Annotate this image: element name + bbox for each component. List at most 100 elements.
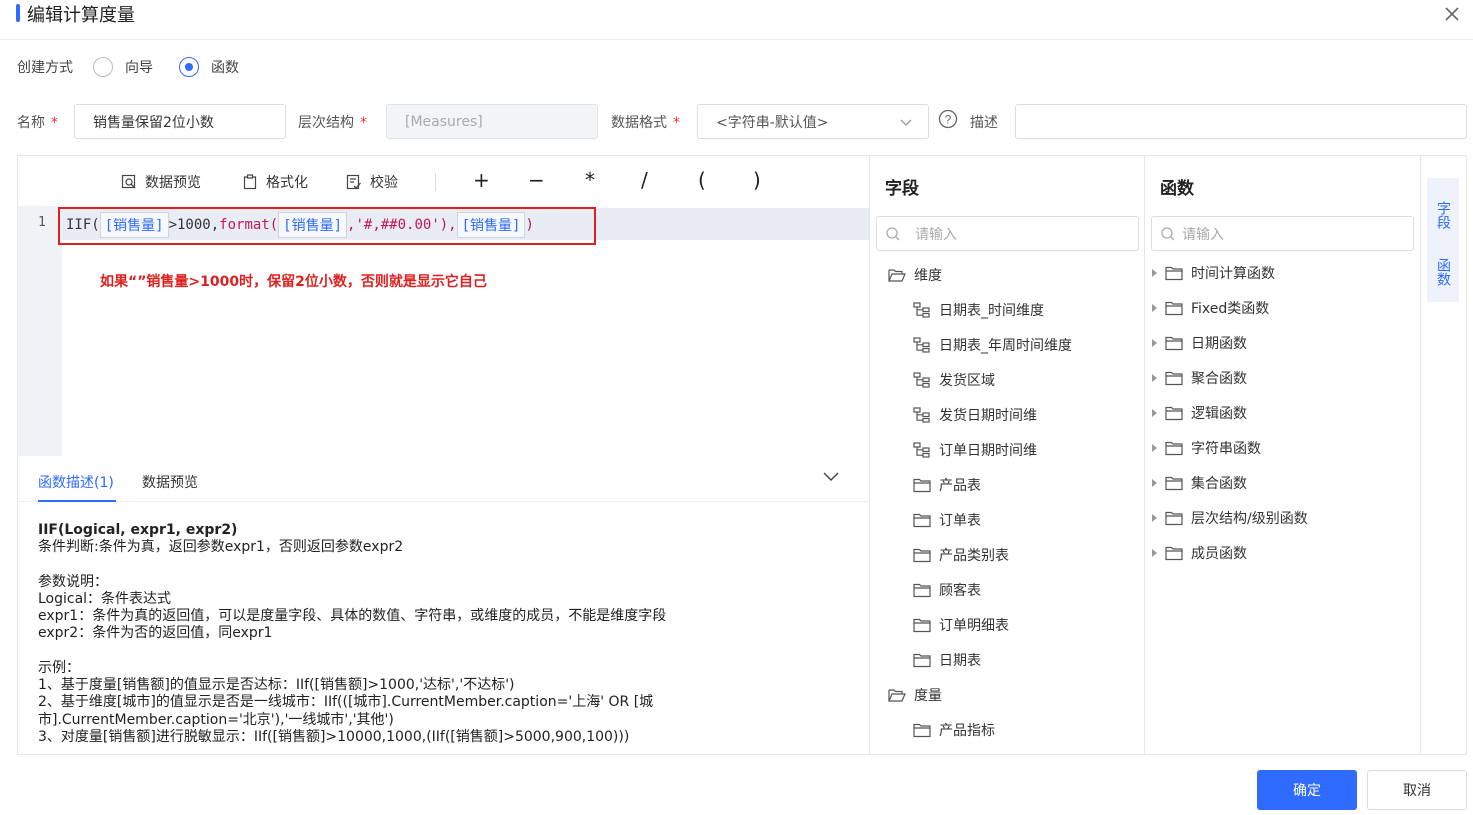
hierarchy-label: 层次结构 *	[298, 115, 367, 131]
folder-icon	[1165, 476, 1183, 491]
tab-data-preview[interactable]: 数据预览	[142, 472, 198, 492]
validate-icon	[346, 174, 361, 190]
side-tab-functions[interactable]: 函数	[1427, 242, 1459, 302]
operator-plus-button[interactable]: +	[473, 168, 490, 192]
dialog-title: 编辑计算度量	[27, 5, 135, 26]
radio-wizard-label[interactable]: 向导	[125, 57, 153, 77]
data-format-select[interactable]: <字符串-默认值>	[697, 104, 929, 139]
function-signature: IIF(Logical, expr1, expr2)	[38, 522, 238, 538]
help-icon[interactable]: ?	[938, 109, 958, 129]
operator-open-paren-button[interactable]: (	[698, 168, 706, 192]
hierarchy-icon	[913, 337, 930, 353]
preview-button[interactable]: 数据预览	[121, 172, 201, 192]
caret-right-icon	[1152, 269, 1157, 277]
function-category[interactable]: 层次结构/级别函数	[1151, 508, 1308, 528]
description-tabs: 函数描述(1) 数据预览	[18, 456, 869, 502]
tree-item-table[interactable]: 日期表	[913, 650, 981, 670]
function-category[interactable]: 时间计算函数	[1151, 263, 1275, 283]
data-format-value: <字符串-默认值>	[716, 114, 829, 131]
name-input[interactable]: 销售量保留2位小数	[74, 104, 286, 139]
caret-right-icon	[1152, 304, 1157, 312]
function-category[interactable]: 字符串函数	[1151, 438, 1261, 458]
tree-item-table[interactable]: 订单表	[913, 510, 981, 530]
folder-icon	[913, 548, 931, 563]
example-line: 3、对度量[销售额]进行脱敏显示：IIf([销售额]>10000,1000,(I…	[38, 728, 630, 745]
functions-search-input[interactable]: 请输入	[1151, 216, 1414, 251]
folder-icon	[1165, 546, 1183, 561]
chevron-down-icon[interactable]	[821, 466, 841, 486]
tree-item-table[interactable]: 产品指标	[913, 720, 995, 740]
example-line: 1、基于度量[销售额]的值显示是否达标：IIf([销售额]>1000,'达标',…	[38, 677, 515, 694]
params-title: 参数说明：	[38, 573, 108, 590]
examples-title: 示例：	[38, 659, 80, 676]
tree-item-table[interactable]: 订单明细表	[913, 615, 1009, 635]
folder-icon	[1165, 511, 1183, 526]
tree-item-table[interactable]: 产品类别表	[913, 545, 1009, 565]
tree-group-dimension[interactable]: 维度	[888, 265, 942, 285]
param-line: Logical：条件表达式	[38, 590, 172, 607]
operator-multiply-button[interactable]: *	[585, 168, 595, 192]
tree-item-table[interactable]: 顾客表	[913, 580, 981, 600]
caret-right-icon	[1152, 339, 1157, 347]
tree-item-hierarchy[interactable]: 发货区域	[913, 370, 995, 390]
tree-item-hierarchy[interactable]: 日期表_年周时间维度	[913, 335, 1072, 355]
line-number: 1	[38, 215, 46, 230]
close-icon[interactable]	[1441, 3, 1463, 25]
dialog-header: 编辑计算度量	[0, 0, 1473, 40]
operator-divide-button[interactable]: /	[641, 168, 648, 192]
preview-icon	[121, 174, 136, 189]
toolbar-divider	[435, 173, 436, 191]
folder-open-icon	[888, 269, 906, 282]
annotation-note: 如果“”销售量>1000时，保留2位小数，否则就是显示它自己	[100, 274, 487, 290]
line-gutter	[18, 206, 62, 456]
hierarchy-icon	[913, 372, 930, 388]
tree-item-hierarchy[interactable]: 发货日期时间维	[913, 405, 1037, 425]
highlight-annotation-box	[58, 207, 596, 245]
tab-function-description[interactable]: 函数描述(1)	[38, 472, 114, 492]
confirm-button[interactable]: 确定	[1257, 770, 1357, 810]
cancel-button[interactable]: 取消	[1367, 770, 1467, 810]
operator-minus-button[interactable]: −	[528, 168, 545, 192]
name-label: 名称 *	[17, 115, 58, 131]
folder-icon	[913, 583, 931, 598]
function-category[interactable]: 集合函数	[1151, 473, 1247, 493]
function-category[interactable]: Fixed类函数	[1151, 298, 1269, 318]
chevron-down-icon	[900, 119, 912, 126]
example-line: 市].CurrentMember.caption='北京'),'一线城市','其…	[38, 711, 394, 728]
expression-editor-panel: 数据预览 格式化 校验 + − * / ( ) 1 IIF( [销售量] >10…	[17, 155, 869, 755]
function-category[interactable]: 日期函数	[1151, 333, 1247, 353]
radio-function[interactable]	[179, 57, 199, 77]
data-format-label: 数据格式 *	[611, 115, 680, 131]
folder-icon	[1165, 406, 1183, 421]
folder-icon	[913, 478, 931, 493]
function-category[interactable]: 逻辑函数	[1151, 403, 1247, 423]
clipboard-icon	[243, 174, 257, 190]
folder-icon	[913, 618, 931, 633]
folder-icon	[1165, 301, 1183, 316]
caret-right-icon	[1152, 479, 1157, 487]
tree-group-measure[interactable]: 度量	[888, 685, 942, 705]
function-summary: 条件判断:条件为真，返回参数expr1，否则返回参数expr2	[38, 539, 404, 556]
radio-wizard[interactable]	[93, 57, 113, 77]
radio-function-label[interactable]: 函数	[211, 57, 239, 77]
side-tab-fields[interactable]: 字段	[1427, 178, 1459, 252]
fields-panel: 字段 请输入 维度 日期表_时间维度 日期表_年周时间维度 发货区域 发货日期时…	[869, 155, 1145, 755]
create-mode-label: 创建方式	[17, 60, 73, 76]
fields-search-input[interactable]: 请输入	[876, 216, 1139, 251]
tree-item-table[interactable]: 产品表	[913, 475, 981, 495]
caret-right-icon	[1152, 444, 1157, 452]
operator-close-paren-button[interactable]: )	[753, 168, 761, 192]
function-category[interactable]: 成员函数	[1151, 543, 1247, 563]
desc-input[interactable]	[1015, 104, 1467, 139]
format-button[interactable]: 格式化	[242, 172, 308, 192]
function-category[interactable]: 聚合函数	[1151, 368, 1247, 388]
hierarchy-icon	[913, 407, 930, 423]
active-tab-underline	[38, 500, 116, 502]
caret-right-icon	[1152, 409, 1157, 417]
validate-button[interactable]: 校验	[346, 172, 398, 192]
caret-right-icon	[1152, 514, 1157, 522]
tree-item-hierarchy[interactable]: 日期表_时间维度	[913, 300, 1044, 320]
tree-item-hierarchy[interactable]: 订单日期时间维	[913, 440, 1037, 460]
search-icon	[886, 226, 900, 240]
folder-icon	[1165, 441, 1183, 456]
